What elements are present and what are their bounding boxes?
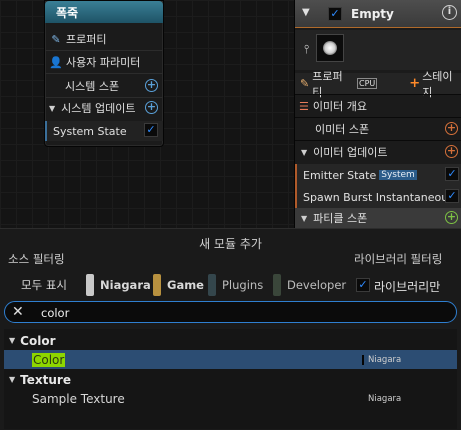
emitter-title: Empty [351, 7, 394, 21]
node-row-label: 프로퍼티 [66, 33, 107, 46]
result-name: Sample Texture [32, 391, 125, 406]
emitter-node[interactable]: ▼ ✓ Empty i ⫯ ✎ 프로퍼티 CPU + 스테이지 ☰ 이미터 개요… [294, 0, 461, 228]
show-all-label: 모두 표시 [21, 278, 67, 292]
library-filter-label: 라이브러리 필터링 [354, 252, 443, 266]
add-module-dialog: 새 모듈 추가 소스 필터링 라이브러리 필터링 모두 표시 Niagara G… [0, 228, 461, 430]
node-row-label: 이미터 개요 [312, 100, 367, 113]
library-only-checkbox[interactable]: ✓ [356, 278, 370, 292]
node-row-emitter-update[interactable]: ▼ 이미터 업데이트 [295, 141, 461, 163]
search-query: color [41, 306, 70, 320]
filter-row: 모두 표시 Niagara Game Plugins Developer ✓ 라… [0, 274, 461, 296]
node-row-spawn-burst[interactable]: Spawn Burst Instantaneous [295, 186, 461, 208]
node-row-label: Emitter State [303, 168, 377, 182]
filter-chip-developer[interactable]: Developer [273, 274, 346, 296]
node-row-emitter-spawn[interactable]: 이미터 스폰 [295, 118, 461, 140]
chip-label: Plugins [222, 278, 264, 292]
collapse-triangle-icon[interactable]: ▼ [301, 214, 307, 223]
add-module-plus-icon[interactable]: + [145, 79, 158, 92]
node-row-label: 이미터 스폰 [315, 123, 370, 136]
chip-swatch [208, 274, 216, 296]
collapse-triangle-icon[interactable]: ▼ [302, 7, 310, 18]
add-module-plus-icon[interactable]: + [145, 101, 158, 114]
system-badge: System [379, 170, 417, 180]
module-search-input[interactable]: ✕ color [4, 301, 457, 323]
node-row-label: System State [53, 124, 127, 138]
show-all-button[interactable]: 모두 표시 [21, 274, 67, 296]
result-item-color[interactable]: Color Niagara [4, 350, 457, 369]
emitter-thumbnail [316, 34, 344, 62]
category-label: Texture [20, 372, 71, 387]
filter-chip-niagara[interactable]: Niagara [86, 274, 151, 296]
emitter-enabled-checkbox[interactable]: ✓ [328, 7, 342, 21]
user-icon: 👤 [49, 55, 63, 69]
chip-label: Niagara [100, 278, 151, 292]
source-filter-label: 소스 필터링 [8, 252, 65, 266]
system-node[interactable]: 폭죽 ✎ 프로퍼티 👤 사용자 파라미터 시스템 스폰 + ▼ 시스템 업데이트… [44, 0, 164, 147]
category-header-texture[interactable]: ▼ Texture [4, 370, 457, 389]
plus-icon[interactable]: + [409, 76, 420, 91]
emitter-thumbnail-area: ⫯ [295, 30, 461, 70]
collapse-triangle-icon[interactable]: ▼ [301, 148, 307, 157]
node-row-user-parameters[interactable]: 👤 사용자 파라미터 [45, 52, 163, 72]
node-row-label: 시스템 스폰 [65, 80, 120, 93]
node-row-emitter-state[interactable]: Emitter State System [295, 164, 461, 186]
node-row-emitter-summary[interactable]: ☰ 이미터 개요 [295, 95, 461, 117]
emitter-tab-bar: ✎ 프로퍼티 CPU + 스테이지 [295, 70, 461, 99]
chip-swatch [153, 274, 161, 296]
node-row-label: 이미터 업데이트 [313, 146, 388, 159]
add-module-plus-icon[interactable]: + [445, 211, 458, 224]
node-row-label: 파티클 스폰 [313, 212, 368, 225]
node-row-particle-spawn[interactable]: ▼ 파티클 스폰 [295, 208, 461, 228]
clear-search-icon[interactable]: ✕ [12, 304, 24, 320]
collapse-triangle-icon: ▼ [9, 375, 16, 384]
emitter-state-checkbox[interactable]: ✓ [445, 167, 459, 181]
collapse-triangle-icon: ▼ [9, 336, 16, 345]
node-row-label: Spawn Burst Instantaneous [303, 190, 454, 204]
chip-label: Game [167, 278, 204, 292]
node-row-properties[interactable]: ✎ 프로퍼티 [45, 29, 163, 49]
spawn-burst-checkbox[interactable]: ✓ [445, 189, 459, 203]
result-item-sample-texture[interactable]: Sample Texture Niagara [4, 389, 457, 408]
list-icon: ☰ [299, 99, 309, 113]
result-source: Niagara [362, 354, 401, 365]
chip-swatch [273, 274, 281, 296]
node-row-label: 시스템 업데이트 [61, 102, 136, 115]
add-module-plus-icon[interactable]: + [445, 122, 458, 135]
system-node-title: 폭죽 [45, 1, 163, 23]
cpu-badge: CPU [357, 78, 378, 89]
dialog-title: 새 모듈 추가 [199, 237, 262, 251]
category-header-color[interactable]: ▼ Color [4, 331, 457, 350]
emitter-header: ▼ ✓ Empty i [295, 0, 461, 28]
library-only-label: 라이브러리만 [374, 280, 441, 294]
collapse-triangle-icon[interactable]: ▼ [49, 104, 55, 113]
module-results-list: ▼ Color Color Niagara ▼ Texture Sample T… [4, 329, 457, 429]
result-name: Color [32, 352, 66, 367]
system-state-checkbox[interactable]: ✓ [144, 123, 158, 137]
result-source: Niagara [368, 393, 402, 404]
add-module-plus-icon[interactable]: + [445, 145, 458, 158]
pencil-icon: ✎ [300, 77, 310, 90]
chip-label: Developer [287, 278, 347, 292]
node-row-label: 사용자 파라미터 [66, 56, 141, 69]
filter-chip-game[interactable]: Game [153, 274, 204, 296]
info-icon[interactable]: i [442, 5, 457, 20]
chip-swatch [86, 274, 94, 296]
pencil-icon: ✎ [51, 32, 61, 46]
filter-chip-plugins[interactable]: Plugins [208, 274, 263, 296]
category-label: Color [20, 333, 56, 348]
pin-icon[interactable]: ⫯ [304, 42, 309, 57]
